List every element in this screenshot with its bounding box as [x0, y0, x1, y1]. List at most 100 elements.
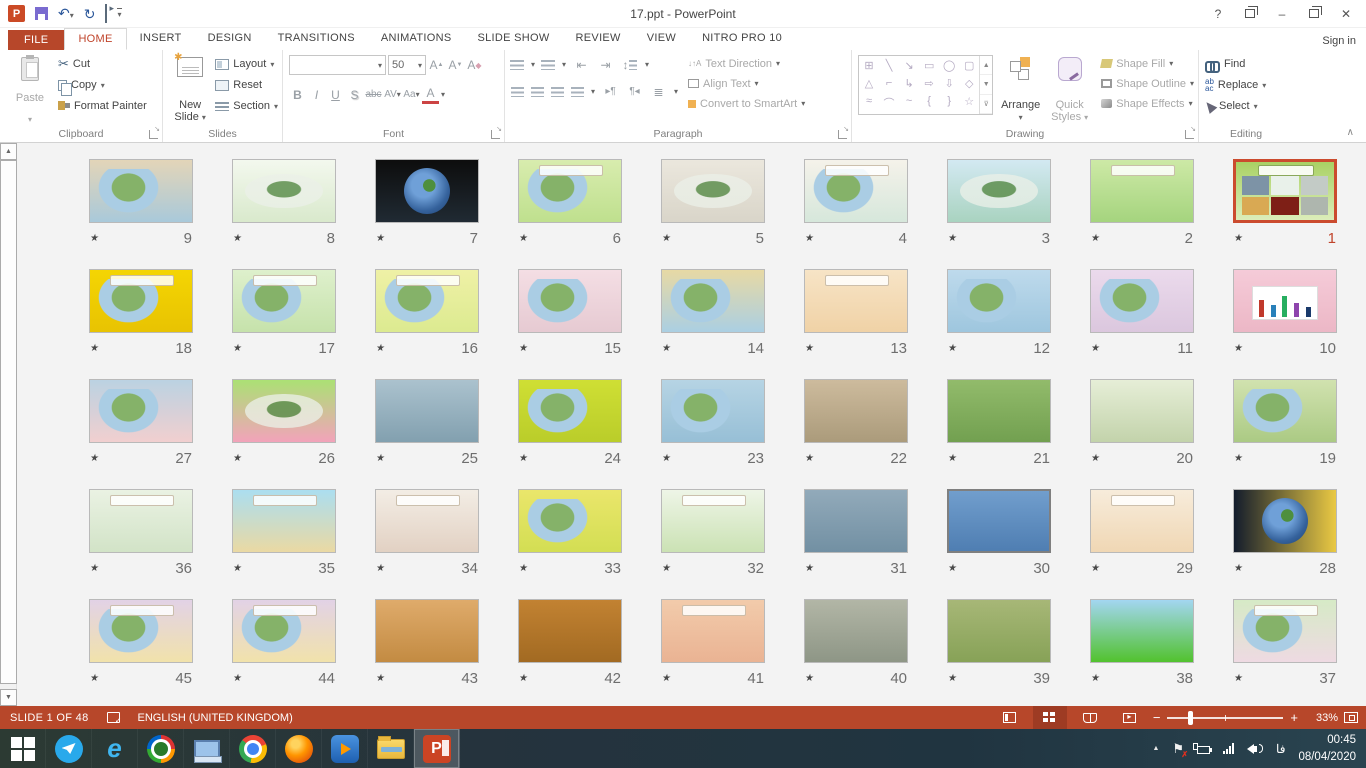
- slide-10-thumbnail[interactable]: [1233, 269, 1337, 333]
- slide-33-thumbnail[interactable]: [518, 489, 622, 553]
- shrink-font-button[interactable]: A▼: [447, 56, 464, 75]
- animation-star-icon[interactable]: ★: [232, 563, 243, 574]
- shape-icon-1-2[interactable]: ↳: [902, 77, 916, 90]
- zoom-slider[interactable]: [1167, 717, 1283, 719]
- animation-star-icon[interactable]: ★: [89, 453, 100, 464]
- character-spacing-button[interactable]: AV▾: [384, 85, 401, 104]
- shape-effects-button[interactable]: Shape Effects▾: [1101, 95, 1194, 112]
- shape-icon-1-3[interactable]: ⇨: [922, 77, 936, 90]
- undo-dropdown-icon[interactable]: ▾: [70, 11, 74, 20]
- slide-sorter-view-button[interactable]: [1033, 706, 1067, 729]
- undo-button[interactable]: ↶▾: [58, 5, 74, 23]
- quick-styles-button[interactable]: QuickStyles ▾: [1048, 55, 1091, 126]
- animation-star-icon[interactable]: ★: [804, 563, 815, 574]
- slide-42-thumbnail[interactable]: [518, 599, 622, 663]
- slide-9-thumbnail[interactable]: [89, 159, 193, 223]
- slide-23-thumbnail[interactable]: [661, 379, 765, 443]
- animation-star-icon[interactable]: ★: [518, 233, 529, 244]
- animation-star-icon[interactable]: ★: [804, 343, 815, 354]
- battery-icon[interactable]: [1197, 746, 1210, 754]
- slide-1-thumbnail[interactable]: [1233, 159, 1337, 223]
- animation-star-icon[interactable]: ★: [1090, 453, 1101, 464]
- animation-star-icon[interactable]: ★: [518, 453, 529, 464]
- animation-star-icon[interactable]: ★: [89, 563, 100, 574]
- align-right-icon[interactable]: [551, 87, 564, 97]
- slide-45-thumbnail[interactable]: [89, 599, 193, 663]
- paste-button[interactable]: Paste▾: [6, 55, 54, 126]
- input-language-indicator[interactable]: فا: [1276, 742, 1285, 756]
- justify-icon[interactable]: [571, 87, 584, 97]
- taskbar-app-powerpoint[interactable]: P: [414, 729, 460, 768]
- copy-button[interactable]: Copy▾: [58, 76, 147, 94]
- taskbar-app-chrome[interactable]: [230, 729, 276, 768]
- slide-22-thumbnail[interactable]: [804, 379, 908, 443]
- slide-38-thumbnail[interactable]: [1090, 599, 1194, 663]
- animation-star-icon[interactable]: ★: [947, 343, 958, 354]
- ribbon-tab-design[interactable]: DESIGN: [195, 28, 265, 50]
- animation-star-icon[interactable]: ★: [375, 563, 386, 574]
- shapes-gallery-scrollbar[interactable]: ▲ ▼ ⊽: [979, 56, 992, 114]
- left-to-right-icon[interactable]: ▸¶: [602, 82, 619, 101]
- save-icon[interactable]: [35, 7, 48, 20]
- scroll-up-icon[interactable]: ▲: [0, 143, 17, 160]
- ribbon-tab-nitro-pro-10[interactable]: NITRO PRO 10: [689, 28, 795, 50]
- start-from-beginning-button[interactable]: [105, 5, 107, 23]
- slide-7-thumbnail[interactable]: [375, 159, 479, 223]
- cut-button[interactable]: ✂Cut: [58, 55, 147, 73]
- slide-24-thumbnail[interactable]: [518, 379, 622, 443]
- animation-star-icon[interactable]: ★: [947, 673, 958, 684]
- slide-13-thumbnail[interactable]: [804, 269, 908, 333]
- animation-star-icon[interactable]: ★: [1090, 673, 1101, 684]
- animation-star-icon[interactable]: ★: [232, 233, 243, 244]
- align-text-button[interactable]: Align Text▾: [688, 75, 805, 92]
- reset-button[interactable]: Reset: [215, 76, 278, 94]
- reading-view-button[interactable]: [1073, 706, 1107, 729]
- font-size-combobox[interactable]: 50▾: [388, 55, 426, 75]
- animation-star-icon[interactable]: ★: [804, 233, 815, 244]
- restore-button[interactable]: [1300, 3, 1328, 25]
- animation-star-icon[interactable]: ★: [1233, 453, 1244, 464]
- ribbon-tab-file[interactable]: FILE: [8, 30, 64, 50]
- animation-star-icon[interactable]: ★: [89, 233, 100, 244]
- close-button[interactable]: ✕: [1332, 3, 1360, 25]
- shapes-gallery[interactable]: ⊞╲↘▭◯▢△⌐↳⇨⇩◇≈⌒~{}☆ ▲ ▼ ⊽: [858, 55, 993, 115]
- slide-18-thumbnail[interactable]: [89, 269, 193, 333]
- shape-icon-2-3[interactable]: {: [922, 95, 936, 111]
- animation-star-icon[interactable]: ★: [518, 343, 529, 354]
- slide-43-thumbnail[interactable]: [375, 599, 479, 663]
- taskbar-app-telegram[interactable]: [46, 729, 92, 768]
- animation-star-icon[interactable]: ★: [661, 563, 672, 574]
- shape-icon-1-5[interactable]: ◇: [962, 77, 976, 90]
- font-dialog-launcher[interactable]: [491, 130, 500, 139]
- shape-icon-2-0[interactable]: ≈: [862, 95, 876, 111]
- animation-star-icon[interactable]: ★: [661, 343, 672, 354]
- grow-font-button[interactable]: A▲: [428, 56, 445, 75]
- slide-25-thumbnail[interactable]: [375, 379, 479, 443]
- font-color-dropdown-icon[interactable]: ▾: [441, 90, 445, 99]
- clear-formatting-button[interactable]: A◆: [466, 56, 483, 75]
- shape-icon-1-0[interactable]: △: [862, 77, 876, 90]
- animation-star-icon[interactable]: ★: [518, 563, 529, 574]
- taskbar-app-media-player[interactable]: [322, 729, 368, 768]
- convert-to-smartart-button[interactable]: Convert to SmartArt▾: [688, 95, 805, 112]
- taskbar-app-firefox[interactable]: [276, 729, 322, 768]
- animation-star-icon[interactable]: ★: [232, 453, 243, 464]
- animation-star-icon[interactable]: ★: [947, 453, 958, 464]
- slide-21-thumbnail[interactable]: [947, 379, 1051, 443]
- slide-36-thumbnail[interactable]: [89, 489, 193, 553]
- shape-fill-button[interactable]: Shape Fill▾: [1101, 55, 1194, 72]
- slide-3-thumbnail[interactable]: [947, 159, 1051, 223]
- slide-27-thumbnail[interactable]: [89, 379, 193, 443]
- powerpoint-logo-icon[interactable]: P: [8, 5, 25, 22]
- taskbar-app-idm[interactable]: [138, 729, 184, 768]
- animation-star-icon[interactable]: ★: [661, 233, 672, 244]
- animation-star-icon[interactable]: ★: [804, 453, 815, 464]
- animation-star-icon[interactable]: ★: [804, 673, 815, 684]
- slide-39-thumbnail[interactable]: [947, 599, 1051, 663]
- vertical-scrollbar[interactable]: ▲ ▼: [0, 143, 17, 706]
- new-slide-button[interactable]: NewSlide ▾: [169, 55, 211, 126]
- ribbon-tab-slide-show[interactable]: SLIDE SHOW: [464, 28, 562, 50]
- align-left-icon[interactable]: [511, 87, 524, 97]
- sign-in-link[interactable]: Sign in: [1322, 35, 1356, 47]
- increase-indent-icon[interactable]: ⇥: [597, 55, 614, 74]
